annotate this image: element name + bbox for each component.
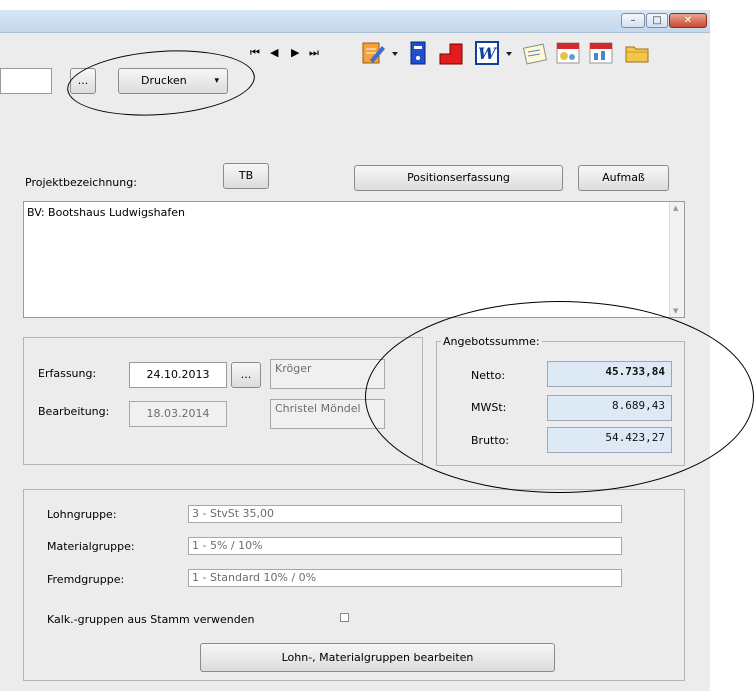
- materialgruppe-field[interactable]: 1 - 5% / 10%: [188, 537, 622, 555]
- brutto-label: Brutto:: [471, 434, 510, 447]
- dropdown-arrow-icon-2[interactable]: [504, 40, 514, 66]
- nav-prev-icon[interactable]: ◀: [270, 46, 278, 60]
- window-titlebar: – □ ✕: [0, 10, 710, 33]
- erfassung-label: Erfassung:: [38, 367, 97, 380]
- stamm-label: Kalk.-gruppen aus Stamm verwenden: [47, 613, 255, 626]
- red-chart-icon[interactable]: [438, 40, 464, 66]
- dropdown-arrow-icon[interactable]: [390, 40, 400, 66]
- nav-last-icon[interactable]: ⏭: [309, 46, 319, 60]
- bearbeitung-date-field: 18.03.2014: [129, 401, 227, 427]
- svg-text:W: W: [478, 44, 498, 63]
- scroll-up-icon[interactable]: ▲: [673, 204, 678, 212]
- materialgruppe-label: Materialgruppe:: [47, 540, 135, 553]
- binder-icon[interactable]: [405, 40, 431, 66]
- nav-first-icon[interactable]: ⏮: [250, 46, 260, 60]
- minimize-button[interactable]: –: [621, 13, 645, 28]
- number-input[interactable]: [0, 68, 52, 94]
- erfassung-browse-button[interactable]: ...: [231, 362, 261, 388]
- maximize-icon: □: [652, 15, 662, 26]
- close-icon: ✕: [683, 15, 693, 26]
- bearbeitung-user-field: Christel Möndel: [270, 399, 385, 429]
- catalog-icon[interactable]: [555, 40, 581, 66]
- folder-icon[interactable]: [624, 40, 650, 66]
- maximize-button[interactable]: □: [646, 13, 668, 28]
- word-icon[interactable]: W: [474, 40, 500, 66]
- mwst-value: 8.689,43: [547, 395, 672, 421]
- planner-icon[interactable]: [588, 40, 614, 66]
- project-description-textarea[interactable]: BV: Bootshaus Ludwigshafen ▲ ▼: [23, 201, 685, 318]
- fremdgruppe-field[interactable]: 1 - Standard 10% / 0%: [188, 569, 622, 587]
- erfassung-user-field: Kröger: [270, 359, 385, 389]
- erfassung-date-input[interactable]: 24.10.2013: [129, 362, 227, 388]
- edit-document-icon[interactable]: [360, 40, 386, 66]
- project-label: Projektbezeichnung:: [25, 176, 137, 189]
- angebotssumme-title: Angebotssumme:: [441, 335, 542, 348]
- browse-button[interactable]: ...: [70, 68, 96, 94]
- close-button[interactable]: ✕: [669, 13, 707, 28]
- aufmass-button[interactable]: Aufmaß: [578, 165, 669, 191]
- nav-next-icon[interactable]: ▶: [291, 46, 299, 60]
- brutto-value: 54.423,27: [547, 427, 672, 453]
- project-description-text: BV: Bootshaus Ludwigshafen: [27, 206, 185, 219]
- scroll-down-icon[interactable]: ▼: [673, 307, 678, 315]
- lohngruppe-label: Lohngruppe:: [47, 508, 117, 521]
- tb-button[interactable]: TB: [223, 163, 269, 189]
- stamm-checkbox[interactable]: [340, 613, 349, 622]
- mwst-label: MWSt:: [471, 401, 507, 414]
- chevron-down-icon: ▾: [214, 76, 219, 86]
- notes-icon[interactable]: [522, 40, 548, 66]
- minimize-icon: –: [630, 15, 636, 26]
- lohngruppe-field[interactable]: 3 - StvSt 35,00: [188, 505, 622, 523]
- vertical-scrollbar[interactable]: ▲ ▼: [669, 202, 684, 317]
- bearbeitung-label: Bearbeitung:: [38, 405, 110, 418]
- netto-value: 45.733,84: [547, 361, 672, 387]
- netto-label: Netto:: [471, 369, 506, 382]
- print-button[interactable]: Drucken ▾: [118, 68, 228, 94]
- fremdgruppe-label: Fremdgruppe:: [47, 573, 125, 586]
- lohn-materialgruppen-button[interactable]: Lohn-, Materialgruppen bearbeiten: [200, 643, 555, 672]
- print-label: Drucken: [141, 74, 187, 87]
- positionserfassung-button[interactable]: Positionserfassung: [354, 165, 563, 191]
